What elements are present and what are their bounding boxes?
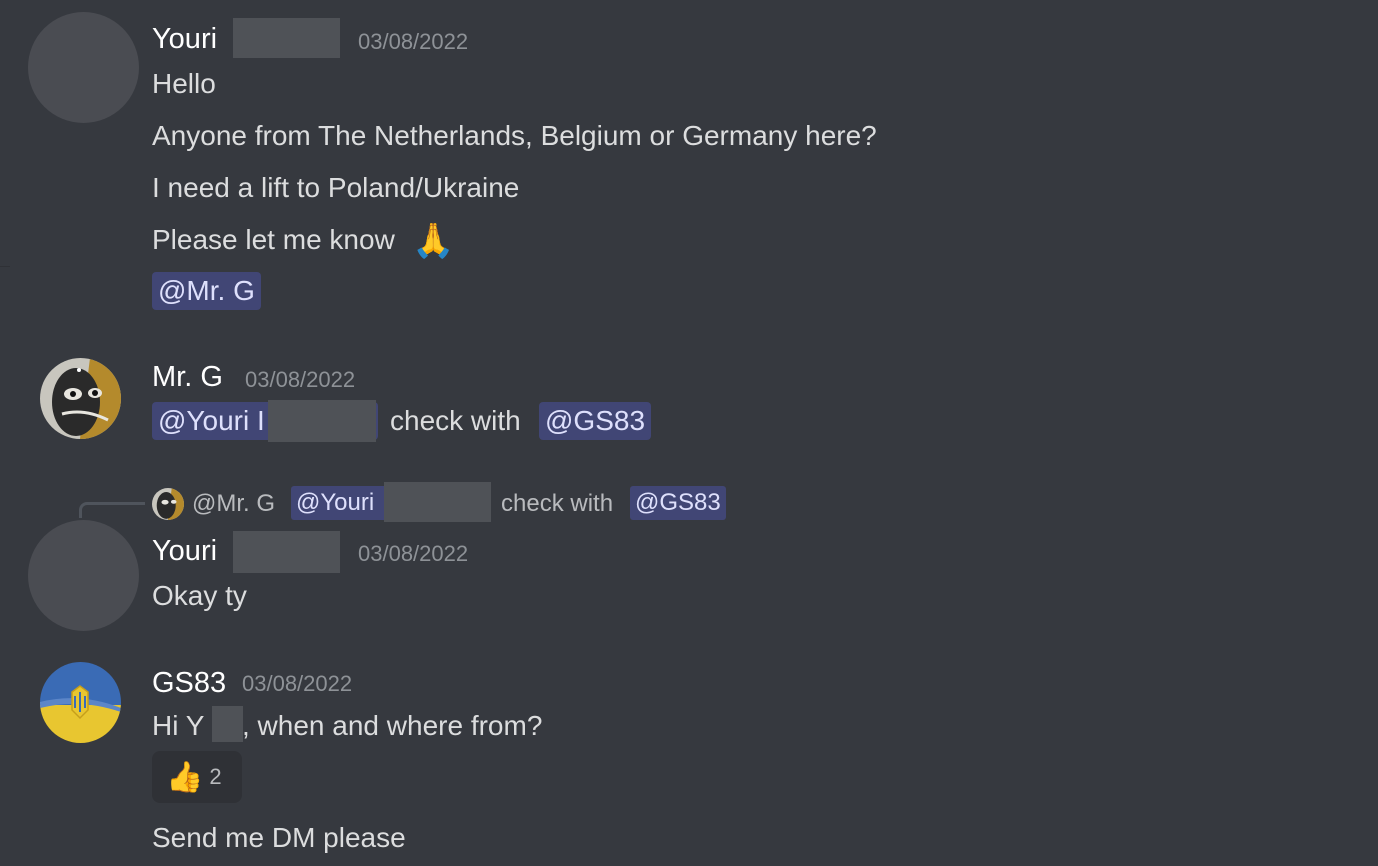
message-text: , when and where from? [242, 710, 543, 741]
timestamp: 03/08/2022 [358, 541, 469, 566]
username[interactable]: Youri [152, 534, 217, 568]
message-line: Anyone from The Netherlands, Belgium or … [152, 120, 877, 151]
message-line: Please let me know [152, 224, 395, 255]
message-text: Okay ty [152, 580, 247, 611]
mention-mr-g[interactable]: @Mr. G [152, 272, 261, 310]
avatar[interactable] [28, 12, 139, 123]
avatar[interactable] [28, 520, 139, 631]
avatar[interactable] [40, 358, 121, 439]
pray-emoji: 🙏 [412, 222, 455, 260]
redacted-name [384, 482, 491, 522]
redacted-name [268, 400, 376, 442]
message-text: Hi Y [152, 710, 205, 741]
timestamp: 03/08/2022 [242, 671, 353, 696]
reply-spine [79, 502, 145, 518]
timestamp: 03/08/2022 [245, 367, 356, 392]
username[interactable]: Mr. G [152, 360, 223, 394]
divider [0, 266, 10, 267]
avatar[interactable] [40, 662, 121, 743]
reply-avatar[interactable] [152, 488, 184, 520]
message-line: I need a lift to Poland/Ukraine [152, 172, 520, 203]
mention-gs83[interactable]: @GS83 [539, 402, 652, 440]
username[interactable]: Youri [152, 22, 217, 56]
message-text: check with [390, 405, 521, 436]
reply-mention-gs83[interactable]: @GS83 [630, 486, 726, 520]
timestamp: 03/08/2022 [358, 29, 469, 54]
redacted-name [233, 18, 340, 58]
reaction-thumbs-up[interactable]: 👍 2 [152, 751, 242, 803]
message-text: Send me DM please [152, 822, 406, 853]
redacted-name [212, 706, 243, 742]
message-line: Hello [152, 68, 216, 99]
username[interactable]: GS83 [152, 666, 226, 700]
reply-text[interactable]: check with [501, 489, 613, 519]
reply-author[interactable]: @Mr. G [192, 489, 275, 519]
redacted-name [233, 531, 340, 573]
thumbs-up-icon: 👍 [166, 760, 204, 794]
reaction-count: 2 [209, 764, 222, 789]
